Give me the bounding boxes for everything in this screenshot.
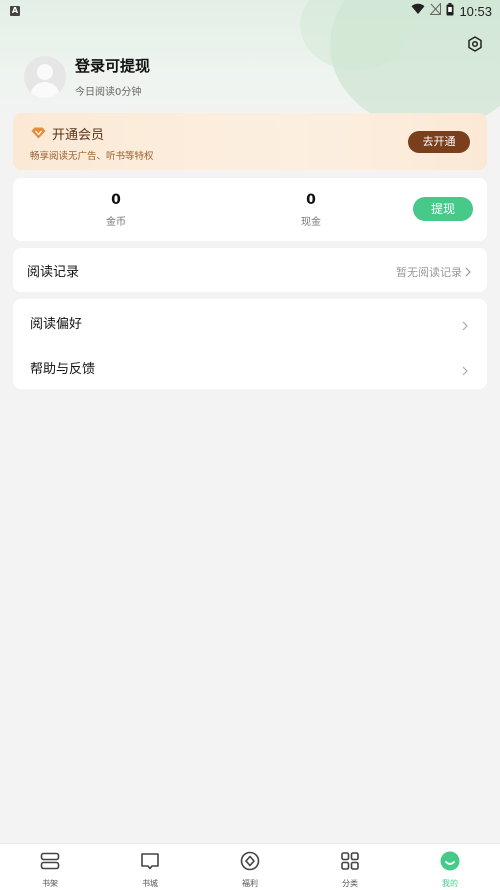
- reading-record-right: 暂无阅读记录: [396, 262, 471, 281]
- menu-item-label: 帮助与反馈: [30, 362, 96, 377]
- battery-icon: [446, 2, 454, 20]
- profile-section[interactable]: 登录可提现 今日阅读0分钟: [24, 55, 150, 98]
- cash-value: 0: [306, 192, 316, 208]
- reading-record-row[interactable]: 阅读记录 暂无阅读记录: [13, 248, 487, 292]
- tab-label: 分类: [342, 879, 358, 888]
- profile-face-icon: [420, 850, 480, 872]
- tab-bookshelf[interactable]: 书架: [20, 850, 80, 889]
- avatar-placeholder-icon: [37, 63, 53, 80]
- status-icons: 10:53: [411, 2, 492, 20]
- status-time: 10:53: [459, 3, 492, 19]
- wifi-icon: [411, 3, 425, 19]
- notification-icon: A: [10, 6, 20, 16]
- tab-label: 福利: [242, 879, 258, 888]
- withdraw-button[interactable]: 提现: [413, 197, 473, 221]
- cash-label: 现金: [301, 217, 321, 228]
- status-bar: A 10:53: [0, 0, 500, 22]
- settings-button[interactable]: [465, 36, 485, 56]
- bookshelf-icon: [20, 850, 80, 872]
- reading-record-title: 阅读记录: [27, 265, 80, 280]
- signal-off-icon: [429, 2, 442, 19]
- avatar[interactable]: [24, 55, 66, 98]
- menu-item-reading-preference[interactable]: 阅读偏好: [13, 299, 487, 344]
- gear-icon: [467, 36, 483, 56]
- tab-bookstore[interactable]: 书城: [120, 850, 180, 889]
- vip-subtitle: 畅享阅读无广告、听书等特权: [30, 151, 154, 162]
- diamond-icon: [31, 124, 46, 143]
- cash-stat[interactable]: 0 现金: [271, 192, 351, 228]
- tab-mine[interactable]: 我的: [420, 850, 480, 889]
- settings-menu: 阅读偏好 帮助与反馈: [13, 299, 487, 389]
- welfare-icon: [220, 850, 280, 872]
- vip-title: 开通会员: [52, 128, 105, 143]
- vip-banner[interactable]: 开通会员 畅享阅读无广告、听书等特权 去开通: [13, 113, 487, 170]
- grid-icon: [320, 850, 380, 872]
- tab-welfare[interactable]: 福利: [220, 850, 280, 889]
- menu-item-label: 阅读偏好: [30, 317, 83, 332]
- chevron-right-icon: [462, 361, 468, 380]
- chevron-right-icon: [465, 262, 471, 281]
- coins-label: 金币: [106, 217, 126, 228]
- coins-value: 0: [111, 192, 121, 208]
- vip-title-row: 开通会员: [31, 124, 104, 143]
- tab-label: 书城: [142, 879, 158, 888]
- bottom-tab-bar: 书架 书城 福利 分类 我的: [0, 843, 500, 890]
- login-prompt[interactable]: 登录可提现: [75, 55, 150, 76]
- avatar-placeholder-body: [30, 81, 60, 98]
- coins-stat[interactable]: 0 金币: [76, 192, 156, 228]
- reading-record-status: 暂无阅读记录: [396, 265, 462, 279]
- menu-item-help-feedback[interactable]: 帮助与反馈: [13, 344, 487, 389]
- open-vip-button[interactable]: 去开通: [408, 131, 470, 153]
- tab-label: 书架: [42, 879, 58, 888]
- chevron-right-icon: [462, 316, 468, 335]
- tab-category[interactable]: 分类: [320, 850, 380, 889]
- profile-text: 登录可提现 今日阅读0分钟: [75, 55, 150, 98]
- wallet-card: 0 金币 0 现金 提现: [13, 178, 487, 241]
- tab-label: 我的: [442, 879, 458, 888]
- reading-time-today: 今日阅读0分钟: [75, 87, 142, 98]
- book-open-icon: [120, 850, 180, 872]
